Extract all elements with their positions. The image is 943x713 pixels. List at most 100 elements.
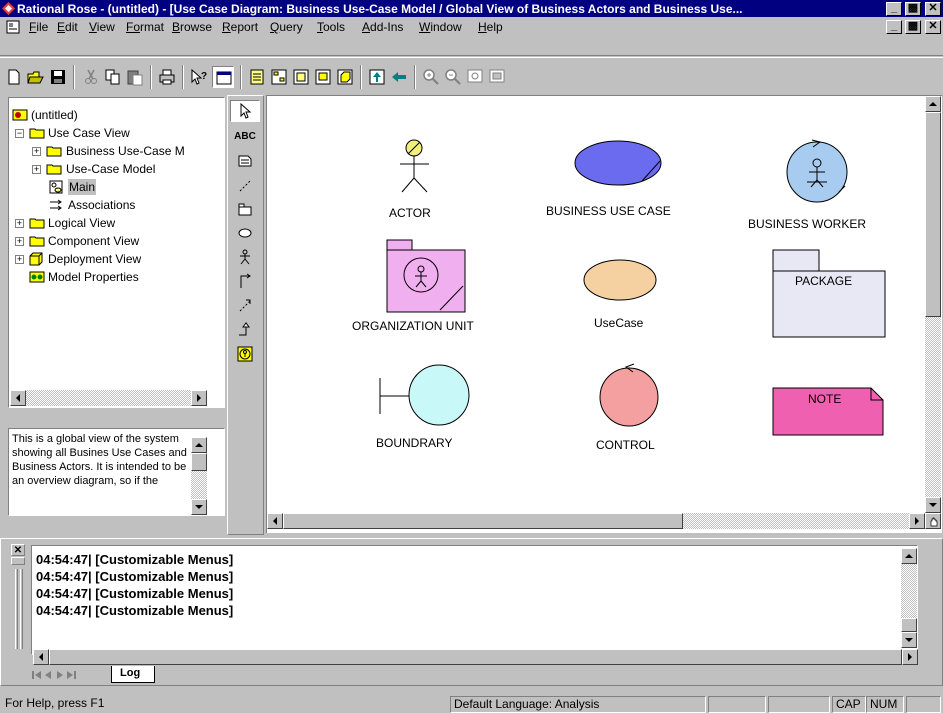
close-button[interactable]: ✕: [925, 2, 941, 16]
context-help-button[interactable]: ?: [188, 66, 210, 88]
actor-shape[interactable]: [400, 139, 429, 193]
documentation-pane[interactable]: This is a global view of the system show…: [8, 428, 225, 516]
business-worker-shape[interactable]: [786, 139, 848, 203]
diagram-scroll-down-button[interactable]: [925, 497, 941, 513]
diagram-horizontal-track[interactable]: [683, 513, 909, 529]
diagram-scroll-up-button[interactable]: [925, 96, 941, 112]
actor-tool[interactable]: [230, 246, 260, 268]
title-bar[interactable]: Rational Rose - (untitled) - [Use Case D…: [0, 0, 943, 17]
document-icon[interactable]: [6, 20, 20, 34]
view-documentation-button[interactable]: [246, 66, 268, 88]
diagram-horizontal-thumb[interactable]: [283, 513, 683, 529]
expand-toggle[interactable]: +: [32, 147, 41, 156]
tab-nav-arrows-icon[interactable]: [31, 667, 111, 683]
undo-fit-button[interactable]: [486, 66, 508, 88]
log-float-button[interactable]: [11, 557, 25, 565]
text-tool[interactable]: ABC: [230, 126, 260, 148]
use-case-label[interactable]: UseCase: [594, 316, 643, 330]
log-grip[interactable]: [20, 569, 23, 649]
scroll-right-button[interactable]: [191, 390, 207, 406]
log-scroll-up-button[interactable]: [901, 548, 917, 564]
scroll-thumb[interactable]: [191, 453, 207, 471]
business-actor-tool[interactable]: [230, 344, 260, 366]
browse-component-diagram-button[interactable]: [312, 66, 334, 88]
boundary-shape[interactable]: [379, 364, 470, 426]
zoom-out-button[interactable]: [442, 66, 464, 88]
doc-restore-button[interactable]: ▩: [905, 20, 921, 34]
zoom-in-button[interactable]: [420, 66, 442, 88]
use-case-diagram-canvas[interactable]: ACTOR BUSINESS USE CASE BUSINESS WORKER …: [266, 95, 942, 533]
collapse-toggle[interactable]: −: [15, 129, 24, 138]
control-label[interactable]: CONTROL: [596, 438, 655, 452]
diagram-vertical-track[interactable]: [925, 317, 941, 497]
diagram-scroll-left-button[interactable]: [267, 513, 283, 529]
business-use-case-label[interactable]: BUSINESS USE CASE: [546, 204, 671, 218]
print-button[interactable]: [156, 66, 178, 88]
log-grip[interactable]: [15, 569, 18, 649]
diagram-scroll-right-button[interactable]: [909, 513, 925, 529]
menu-query[interactable]: Query: [270, 20, 303, 34]
scroll-down-button[interactable]: [191, 499, 207, 515]
business-use-case-shape[interactable]: [574, 140, 662, 186]
documentation-text[interactable]: This is a global view of the system show…: [12, 432, 188, 488]
menu-view[interactable]: View: [89, 20, 115, 34]
expand-toggle[interactable]: +: [15, 219, 24, 228]
organization-unit-shape[interactable]: [386, 239, 466, 313]
menu-help[interactable]: Help: [478, 20, 503, 34]
menu-add-ins[interactable]: Add-Ins: [362, 20, 403, 34]
dependency-tool[interactable]: [230, 294, 260, 316]
browse-class-diagram-button[interactable]: [268, 66, 290, 88]
browser-toggle-button[interactable]: [212, 66, 234, 88]
log-horizontal-thumb[interactable]: [49, 649, 902, 665]
open-button[interactable]: [25, 66, 47, 88]
pan-hand-button[interactable]: [925, 513, 941, 529]
package-label[interactable]: PACKAGE: [795, 274, 852, 288]
log-close-button[interactable]: ✕: [11, 544, 25, 556]
unidirectional-association-tool[interactable]: [230, 270, 260, 292]
browse-deployment-diagram-button[interactable]: [334, 66, 356, 88]
diagram-vertical-thumb[interactable]: [925, 112, 941, 317]
log-scroll-right-button[interactable]: [902, 649, 918, 665]
model-browser[interactable]: (untitled) − Use Case View + Business Us…: [8, 97, 225, 408]
menu-report[interactable]: Report: [222, 20, 258, 34]
log-scroll-left-button[interactable]: [33, 649, 49, 665]
horizontal-scroll-track[interactable]: [26, 390, 191, 406]
browse-interaction-diagram-button[interactable]: [290, 66, 312, 88]
expand-toggle[interactable]: +: [32, 165, 41, 174]
paste-button[interactable]: [124, 66, 146, 88]
expand-toggle[interactable]: +: [15, 237, 24, 246]
log-content[interactable]: 04:54:47| [Customizable Menus] 04:54:47|…: [31, 545, 918, 655]
scroll-up-button[interactable]: [191, 437, 207, 453]
organization-unit-label[interactable]: ORGANIZATION UNIT: [352, 319, 474, 333]
control-shape[interactable]: [599, 363, 659, 427]
copy-button[interactable]: [102, 66, 124, 88]
browse-parent-button[interactable]: [366, 66, 388, 88]
expand-toggle[interactable]: +: [15, 255, 24, 264]
note-label[interactable]: NOTE: [808, 392, 841, 406]
browse-previous-button[interactable]: [388, 66, 410, 88]
package-shape[interactable]: [772, 249, 886, 338]
log-scroll-down-button[interactable]: [901, 632, 917, 648]
menu-tools[interactable]: Tools: [317, 20, 345, 34]
selection-tool[interactable]: [230, 100, 260, 122]
doc-close-button[interactable]: ✕: [925, 20, 941, 34]
note-tool[interactable]: [230, 150, 260, 172]
minimize-button[interactable]: _: [886, 2, 902, 16]
fit-in-window-button[interactable]: [464, 66, 486, 88]
business-worker-label[interactable]: BUSINESS WORKER: [748, 217, 866, 231]
use-case-tool[interactable]: [230, 222, 260, 244]
anchor-note-tool[interactable]: [230, 174, 260, 196]
cut-button[interactable]: [80, 66, 102, 88]
menu-edit[interactable]: Edit: [57, 20, 78, 34]
generalization-tool[interactable]: [230, 318, 260, 340]
vertical-scroll-track[interactable]: [191, 471, 207, 501]
use-case-shape[interactable]: [583, 259, 657, 301]
package-tool[interactable]: [230, 198, 260, 220]
boundary-label[interactable]: BOUNDRARY: [376, 436, 452, 450]
log-vertical-track[interactable]: [901, 564, 917, 618]
scroll-left-button[interactable]: [10, 390, 26, 406]
log-vertical-thumb[interactable]: [901, 618, 917, 632]
doc-minimize-button[interactable]: _: [886, 20, 902, 34]
new-button[interactable]: [3, 66, 25, 88]
tab-log[interactable]: Log: [111, 666, 155, 683]
